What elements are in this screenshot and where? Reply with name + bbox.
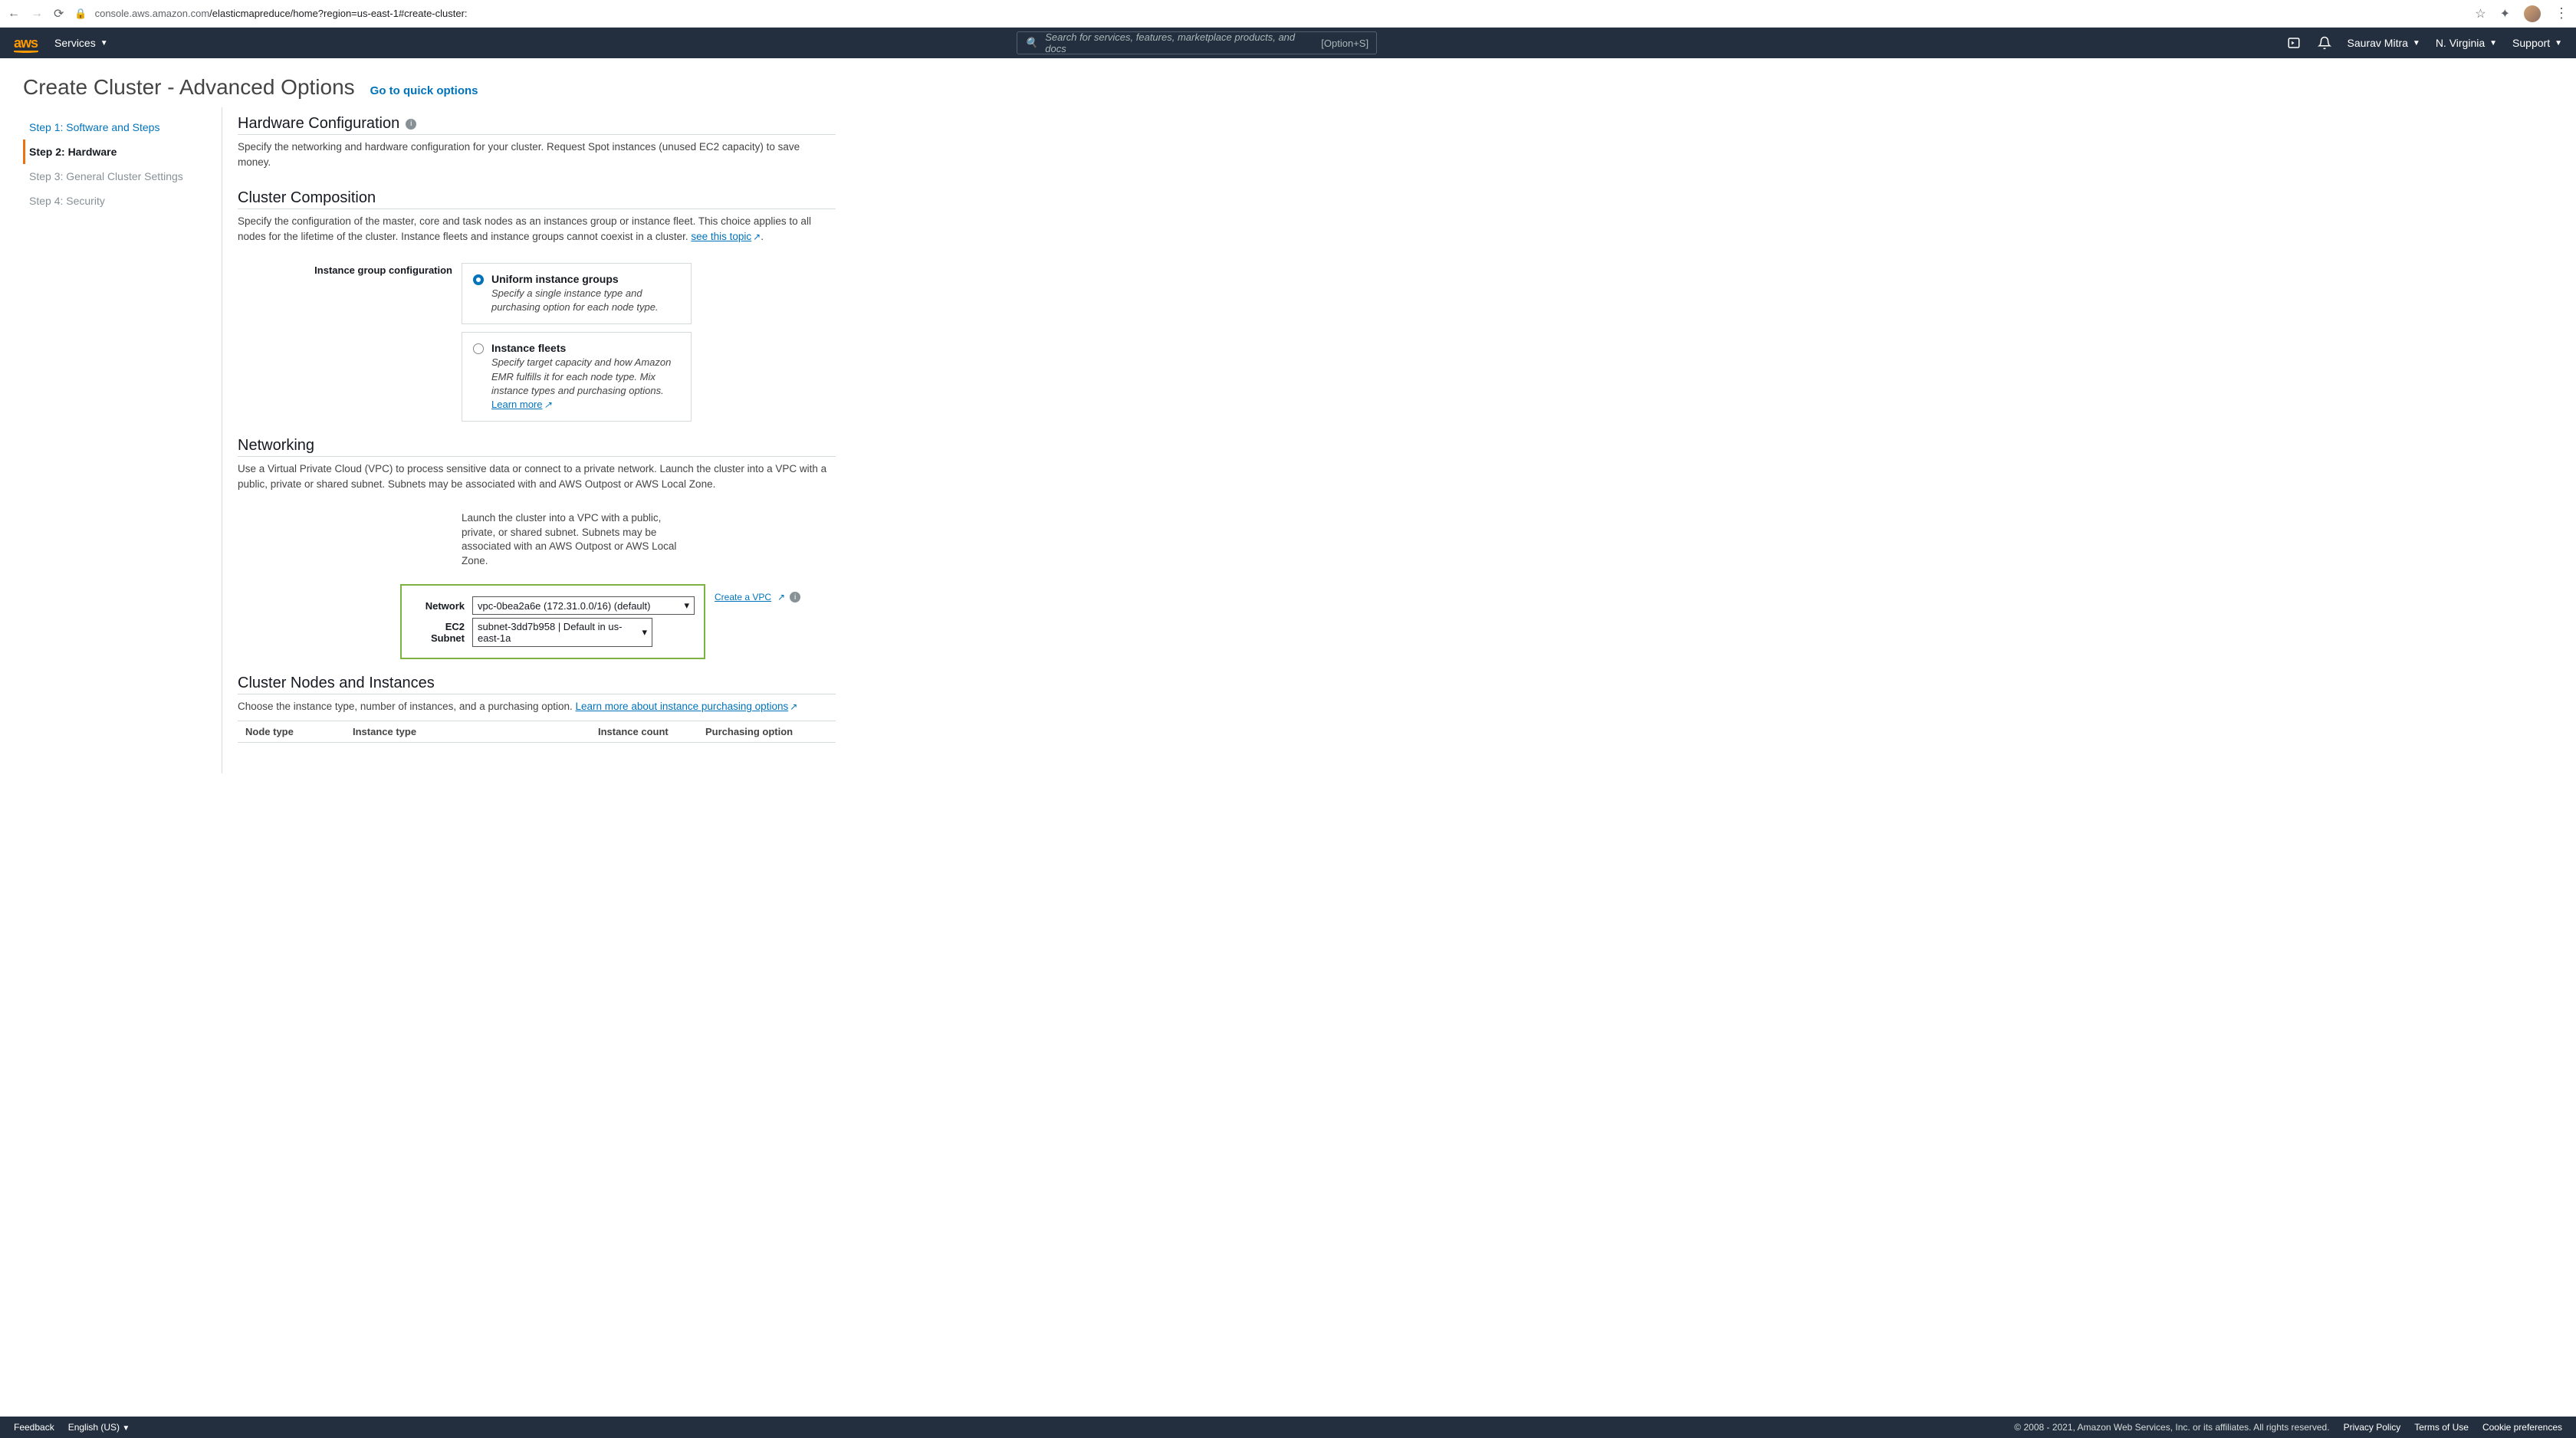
language-menu[interactable]: English (US) ▼ [68,1422,130,1433]
account-menu[interactable]: Saurav Mitra ▼ [2348,37,2420,49]
networking-narrow-desc: Launch the cluster into a VPC with a pub… [462,511,692,570]
account-name: Saurav Mitra [2348,37,2408,49]
search-shortcut: [Option+S] [1321,38,1368,49]
reload-icon[interactable]: ⟳ [54,6,64,21]
instance-fleets-radio[interactable]: Instance fleets Specify target capacity … [462,332,692,422]
extensions-icon[interactable]: ✦ [2500,6,2510,21]
caret-down-icon: ▼ [122,1424,130,1433]
feedback-link[interactable]: Feedback [14,1422,54,1433]
services-menu[interactable]: Services ▼ [54,37,108,49]
uniform-desc: Specify a single instance type and purch… [491,287,680,314]
networking-heading: Networking [238,437,836,457]
search-input[interactable]: 🔍 Search for services, features, marketp… [1017,31,1377,54]
subnet-select[interactable]: subnet-3dd7b958 | Default in us-east-1a … [472,618,652,647]
hardware-desc: Specify the networking and hardware conf… [238,140,836,171]
nodes-desc: Choose the instance type, number of inst… [238,699,836,714]
external-link-icon: ↗ [790,701,797,712]
instance-group-config-label: Instance group configuration [238,263,452,429]
learn-more-link[interactable]: Learn more [491,399,542,410]
external-link-icon: ↗ [777,592,785,602]
info-icon[interactable]: i [406,119,416,130]
th-purchasing-option: Purchasing option [698,721,836,742]
see-topic-link[interactable]: see this topic [691,231,751,242]
nodes-title-text: Cluster Nodes and Instances [238,675,435,692]
search-placeholder: Search for services, features, marketpla… [1045,31,1313,54]
quick-options-link[interactable]: Go to quick options [370,84,478,97]
networking-desc: Use a Virtual Private Cloud (VPC) to pro… [238,461,836,493]
composition-title-text: Cluster Composition [238,189,376,207]
privacy-link[interactable]: Privacy Policy [2344,1422,2401,1433]
fleets-desc-text: Specify target capacity and how Amazon E… [491,356,671,396]
url-host: console.aws.amazon.com [95,8,210,19]
external-link-icon: ↗ [753,231,761,242]
caret-down-icon: ▼ [2555,39,2562,48]
step-hardware[interactable]: Step 2: Hardware [23,140,222,164]
aws-logo[interactable]: aws [14,35,38,51]
create-vpc-link[interactable]: Create a VPC [715,592,771,602]
wizard-steps-sidebar: Step 1: Software and Steps Step 2: Hardw… [23,107,222,773]
forward-icon[interactable]: → [31,7,43,21]
purchasing-options-link[interactable]: Learn more about instance purchasing opt… [576,701,789,712]
radio-selected-icon [473,274,484,285]
nodes-desc-text: Choose the instance type, number of inst… [238,701,576,712]
networking-title-text: Networking [238,437,314,455]
step-general-settings[interactable]: Step 3: General Cluster Settings [23,164,222,189]
terms-link[interactable]: Terms of Use [2414,1422,2469,1433]
cloudshell-icon[interactable] [2286,35,2302,51]
support-label: Support [2512,37,2550,49]
services-label: Services [54,37,96,49]
region-name: N. Virginia [2436,37,2485,49]
copyright-text: © 2008 - 2021, Amazon Web Services, Inc.… [2014,1422,2329,1433]
url-path: /elasticmapreduce/home?region=us-east-1#… [209,8,467,19]
notifications-icon[interactable] [2317,35,2332,51]
info-icon[interactable]: i [790,592,800,602]
th-instance-count: Instance count [590,721,698,742]
nodes-table-header: Node type Instance type Instance count P… [238,721,836,743]
nodes-heading: Cluster Nodes and Instances [238,675,836,694]
uniform-title: Uniform instance groups [491,273,680,285]
radio-unselected-icon [473,343,484,354]
address-bar[interactable]: 🔒 console.aws.amazon.com/elasticmapreduc… [74,8,2464,20]
page-header: Create Cluster - Advanced Options Go to … [0,58,2576,107]
main-content: Hardware Configuration i Specify the net… [222,107,851,773]
subnet-value: subnet-3dd7b958 | Default in us-east-1a [478,621,636,644]
chevron-down-icon: ▾ [684,599,689,612]
region-menu[interactable]: N. Virginia ▼ [2436,37,2497,49]
profile-avatar[interactable] [2524,5,2541,22]
networking-highlight-box: Network vpc-0bea2a6e (172.31.0.0/16) (de… [400,584,705,659]
external-link-icon: ↗ [544,399,551,410]
step-security[interactable]: Step 4: Security [23,189,222,213]
fleets-desc: Specify target capacity and how Amazon E… [491,356,680,412]
page-title: Create Cluster - Advanced Options [23,75,355,100]
menu-icon[interactable]: ⋮ [2555,5,2568,21]
cookies-link[interactable]: Cookie preferences [2482,1422,2562,1433]
th-node-type: Node type [238,721,345,742]
subnet-label: EC2 Subnet [411,621,465,644]
browser-toolbar: ← → ⟳ 🔒 console.aws.amazon.com/elasticma… [0,0,2576,28]
network-label: Network [411,600,465,612]
network-value: vpc-0bea2a6e (172.31.0.0/16) (default) [478,600,651,612]
support-menu[interactable]: Support ▼ [2512,37,2562,49]
aws-top-nav: aws Services ▼ 🔍 Search for services, fe… [0,28,2576,58]
bookmark-icon[interactable]: ☆ [2475,6,2486,21]
network-select[interactable]: vpc-0bea2a6e (172.31.0.0/16) (default) ▾ [472,596,695,615]
search-icon: 🔍 [1025,37,1037,49]
console-footer: Feedback English (US) ▼ © 2008 - 2021, A… [0,1417,2576,1438]
hardware-title-text: Hardware Configuration [238,115,399,133]
step-software[interactable]: Step 1: Software and Steps [23,115,222,140]
hardware-heading: Hardware Configuration i [238,115,836,135]
composition-heading: Cluster Composition [238,189,836,209]
lock-icon: 🔒 [74,8,87,20]
th-instance-type: Instance type [345,721,590,742]
language-label: English (US) [68,1422,120,1433]
chevron-down-icon: ▾ [642,626,647,639]
fleets-title: Instance fleets [491,342,680,354]
composition-desc: Specify the configuration of the master,… [238,214,836,245]
caret-down-icon: ▼ [2413,39,2420,48]
caret-down-icon: ▼ [100,39,108,48]
uniform-instance-groups-radio[interactable]: Uniform instance groups Specify a single… [462,263,692,324]
back-icon[interactable]: ← [8,7,20,21]
caret-down-icon: ▼ [2489,39,2497,48]
